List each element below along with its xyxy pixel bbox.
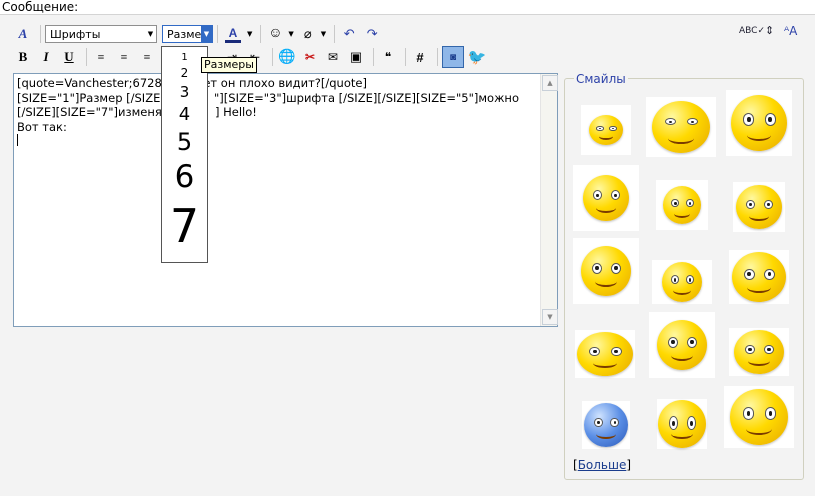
toolbar-separator	[334, 25, 336, 43]
quote-icon[interactable]: ❝	[378, 47, 398, 67]
smiley-icon[interactable]	[729, 250, 789, 304]
toolbar-separator	[272, 48, 273, 66]
toolbar-separator	[86, 48, 87, 66]
editor-line: [quote=Vanchester;67284	[17, 76, 170, 90]
smiley-icon[interactable]	[729, 328, 789, 376]
toolbar-separator	[373, 48, 374, 66]
chevron-down-icon[interactable]: ▼	[288, 30, 293, 38]
text-cursor	[17, 134, 18, 146]
chevron-down-icon[interactable]: ▼	[247, 30, 252, 38]
insert-image-icon[interactable]: ▣	[346, 47, 366, 67]
font-select[interactable]: Шрифты ▼	[45, 25, 157, 43]
message-label: Сообщение:	[2, 0, 79, 14]
size-option[interactable]: 7	[162, 199, 207, 253]
smiley-icon[interactable]	[573, 238, 639, 304]
smiley-icon[interactable]	[652, 260, 712, 304]
editor-line: [SIZE="1"]Размер [/SIZE]	[17, 90, 165, 105]
editor-content: [quote=Vanchester;67284 жет он плохо види…	[17, 76, 537, 150]
font-size-icon[interactable]: ᴬA	[784, 24, 797, 38]
editor-line-tail: ] Hello!	[215, 105, 257, 119]
tooltip: Размеры	[201, 57, 257, 73]
smiley-icon[interactable]	[657, 399, 707, 449]
italic-button[interactable]: I	[36, 47, 56, 67]
video-icon[interactable]: ◙	[442, 46, 464, 68]
smilies-legend: Смайлы	[574, 72, 628, 86]
spellcheck-icon[interactable]: ABC✓	[739, 26, 765, 36]
editor-scrollbar[interactable]: ▲ ▼	[540, 74, 558, 326]
smiley-icon[interactable]	[724, 386, 794, 448]
toolbar-separator	[260, 25, 262, 43]
smiley-icon[interactable]	[733, 182, 785, 232]
spellcheck-label: ABC	[739, 26, 758, 36]
size-select[interactable]: Разме ▼	[162, 25, 213, 43]
insert-email-icon[interactable]: ✉	[323, 47, 343, 67]
code-button[interactable]: #	[410, 47, 430, 67]
size-option[interactable]: 3	[162, 83, 207, 101]
editor-line-tail: жет он плохо видит?[/quote]	[193, 76, 367, 90]
smiley-icon[interactable]	[582, 401, 630, 449]
underline-button[interactable]: U	[59, 47, 79, 67]
smiley-icon[interactable]	[575, 330, 635, 378]
font-select-value: Шрифты	[50, 27, 101, 41]
size-dropdown-list: 1 2 3 4 5 6 7	[161, 46, 208, 263]
remove-link-icon[interactable]: ✂	[300, 47, 320, 67]
bold-button[interactable]: B	[13, 47, 33, 67]
more-smilies-link[interactable]: [Больше]	[573, 458, 631, 472]
redo-icon[interactable]: ↷	[362, 24, 382, 44]
more-smilies-label[interactable]: Больше	[578, 458, 627, 472]
toolbar-row-1: A Шрифты ▼ Разме ▼ A ▼ ☺ ▼ ⌀ ▼ ↶ ↷	[13, 23, 385, 45]
text-color-icon: A	[228, 25, 238, 40]
align-right-icon[interactable]: ≡	[137, 47, 157, 67]
chevron-down-icon[interactable]: ▼	[321, 30, 326, 38]
size-option[interactable]: 4	[162, 104, 207, 125]
toolbar-separator	[405, 48, 406, 66]
attachment-icon[interactable]: ⌀	[298, 24, 318, 44]
color-swatch	[225, 39, 241, 43]
smiley-icon[interactable]: ☺	[265, 24, 285, 44]
text-color-button[interactable]: A	[222, 24, 244, 44]
message-textarea[interactable]: [quote=Vanchester;67284 жет он плохо види…	[13, 73, 558, 327]
undo-icon[interactable]: ↶	[339, 24, 359, 44]
align-center-icon[interactable]: ≡	[114, 47, 134, 67]
chevron-down-icon[interactable]: ▼	[145, 26, 156, 42]
toolbar-separator	[437, 48, 438, 66]
editor-line: Вот так:	[17, 119, 67, 134]
size-option[interactable]: 6	[162, 159, 207, 195]
chevron-down-icon[interactable]: ▼	[201, 26, 212, 42]
remove-format-icon[interactable]: A	[13, 24, 33, 44]
smiley-icon[interactable]	[726, 90, 792, 156]
editor-line: [/SIZE][SIZE="7"]изменят	[17, 105, 169, 119]
toolbar-separator	[217, 25, 218, 43]
toolbar-separator	[40, 25, 41, 43]
size-select-value: Разме	[167, 27, 201, 41]
smiley-icon[interactable]	[573, 165, 639, 231]
smiley-icon[interactable]	[656, 180, 708, 230]
bird-icon[interactable]: 🐦	[467, 47, 487, 67]
scroll-down-icon[interactable]: ▼	[542, 309, 558, 325]
smiley-icon[interactable]	[649, 312, 715, 378]
size-option[interactable]: 5	[162, 128, 207, 156]
align-left-icon[interactable]: ≡	[91, 47, 111, 67]
smiley-icon[interactable]	[581, 105, 631, 155]
editor-line-tail: "][SIZE="3"]шрифта [/SIZE][/SIZE][SIZE="…	[214, 90, 519, 105]
smiley-icon[interactable]	[646, 97, 716, 157]
resize-editor-icon[interactable]: ⇕	[765, 24, 774, 37]
insert-link-icon[interactable]: 🌐	[277, 47, 297, 67]
scroll-up-icon[interactable]: ▲	[542, 75, 558, 91]
